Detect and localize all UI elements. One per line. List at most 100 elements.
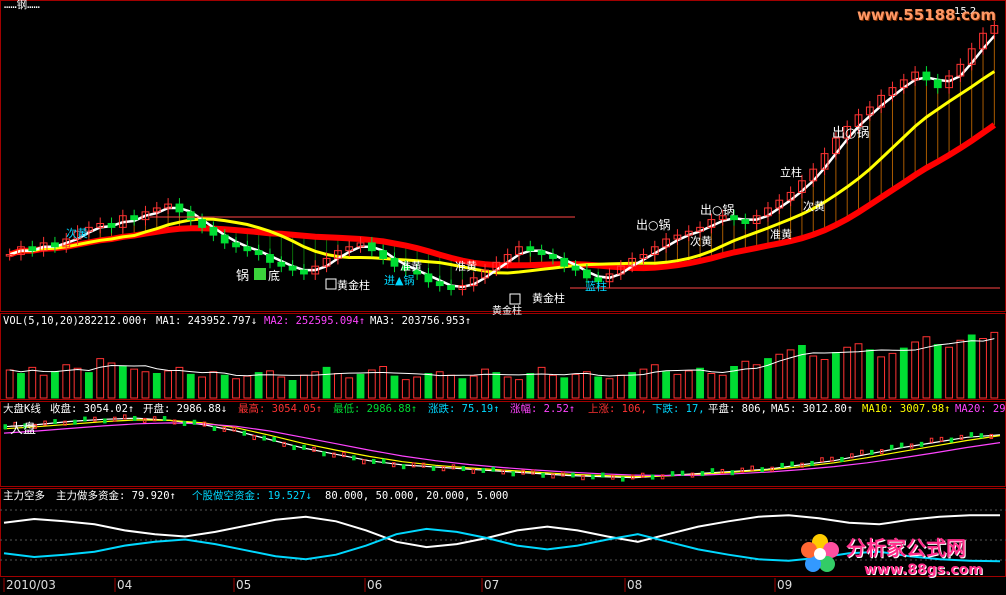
watermark-bottom-title: 分析家公式网 [846,536,966,560]
index-candle [710,468,715,474]
index-candle [810,460,814,466]
volume-bar [28,366,37,399]
chart-canvas: ……钢…… VOL(5,10,20) 282212.000↑ MA1: 2439… [0,0,1006,592]
volume-bar [288,380,297,399]
candle-body [186,211,195,221]
x-axis-label: 08 [627,578,642,592]
candle-body [922,71,931,81]
index-candle [292,445,296,451]
volume-bar [345,377,354,399]
index-candle [481,467,486,473]
volume-bar [650,364,659,399]
candle-body [277,261,286,267]
volume-bar [888,352,897,399]
candle-body [300,269,308,275]
index-candle [83,416,87,422]
volume-bar [220,374,229,399]
volume-bar [356,373,365,399]
x-axis-label: 2010/03 [6,578,56,592]
volume-bar [571,373,580,399]
volume-bar [707,373,716,399]
annotation-zhunhuang-2: 准黄 [455,259,477,273]
index-line-ma5 [3,417,1001,479]
price-header-title: ……钢…… [4,0,40,11]
annotation-chuguo-3: 出○锅 [832,125,869,141]
volume-bar [515,379,523,399]
candle-body [209,226,218,236]
volume-bar [956,339,965,399]
vol-header-value: 282212.000↑ [78,315,148,327]
index-header-close: 收盘: 3054.02↑ [50,402,134,415]
index-candle [959,434,964,440]
index-candle [212,425,217,431]
index-candle [312,446,316,452]
index-candle [162,416,167,422]
candle-body [424,273,433,283]
index-candle [541,472,545,478]
index-candle [362,459,366,465]
index-candle [680,470,685,476]
watermark-bottom: 分析家公式网 www.88gs.com [798,528,998,588]
volume-bar [967,334,976,399]
volume-bar [379,366,388,399]
index-header-flat: 平盘: 806, [708,402,767,415]
annotation-zhunhuang-3: 准黄 [770,227,792,241]
volume-bar [73,367,82,399]
volume-bar [831,352,840,399]
volume-bar [469,375,478,399]
volume-bar [39,374,48,399]
volume-bar [662,371,671,399]
flow-header-label: 主力空多 [3,489,45,502]
candle-body [243,246,252,252]
index-candle [73,419,77,425]
flow-header-main: 主力做多资金: 79.920↑ [56,489,176,502]
price-panel [5,19,1000,296]
candle-body [130,215,139,221]
index-candle [870,449,874,455]
volume-bar [594,376,603,399]
annotation-jinguo: 进▲锅 [384,274,414,287]
index-candle [969,432,974,438]
price-ma-yellow [9,70,996,275]
vol-header-ma3: MA3: 203756.953↑ [370,315,471,327]
index-candle [571,472,575,478]
index-candle [919,441,924,447]
volume-bar [130,368,139,399]
candle-body [51,242,59,248]
volume-bar [945,346,953,399]
volume-bar [933,344,942,399]
flow-header-levels: 80.000, 50.000, 20.000, 5.000 [325,490,508,502]
annotation-lizhu: 立柱 [780,165,802,179]
candle-body [254,250,263,256]
index-candle [43,420,47,426]
index-candle [3,424,7,430]
vol-header-label: VOL(5,10,20) [3,315,79,327]
index-candle [262,435,266,441]
index-candle [491,466,496,472]
index-header-ma5: MA5: 3012.80↑ [771,403,853,415]
volume-bar [877,356,886,399]
volume-bar [899,347,908,399]
volume-bar [62,364,71,399]
index-candle [381,458,386,464]
vol-header-ma2: MA2: 252595.094↑ [264,315,365,327]
index-candle [730,470,735,476]
flow-header-retail: 个股做空资金: 19.527↓ [192,489,312,502]
index-candle [322,451,326,457]
watermark-top: www.55188.com [856,6,996,24]
annotation-cihuang-1: 次黄 [66,226,88,240]
huangjin-box-1 [325,278,337,290]
huangjin-box-2 [509,293,521,305]
annotation-cihuang-3: 次黄 [803,199,825,213]
volume-bar [141,371,150,399]
volume-bar [481,368,489,399]
index-candle [949,437,954,443]
vol-header-ma1: MA1: 243952.797↓ [156,315,257,327]
volume-bar [503,376,512,399]
index-candle [93,416,97,422]
volume-panel [5,331,999,399]
volume-bar [367,369,376,399]
watermark-bottom-url: www.88gs.com [864,562,983,578]
candle-body [741,219,750,224]
candle-body [537,250,546,256]
